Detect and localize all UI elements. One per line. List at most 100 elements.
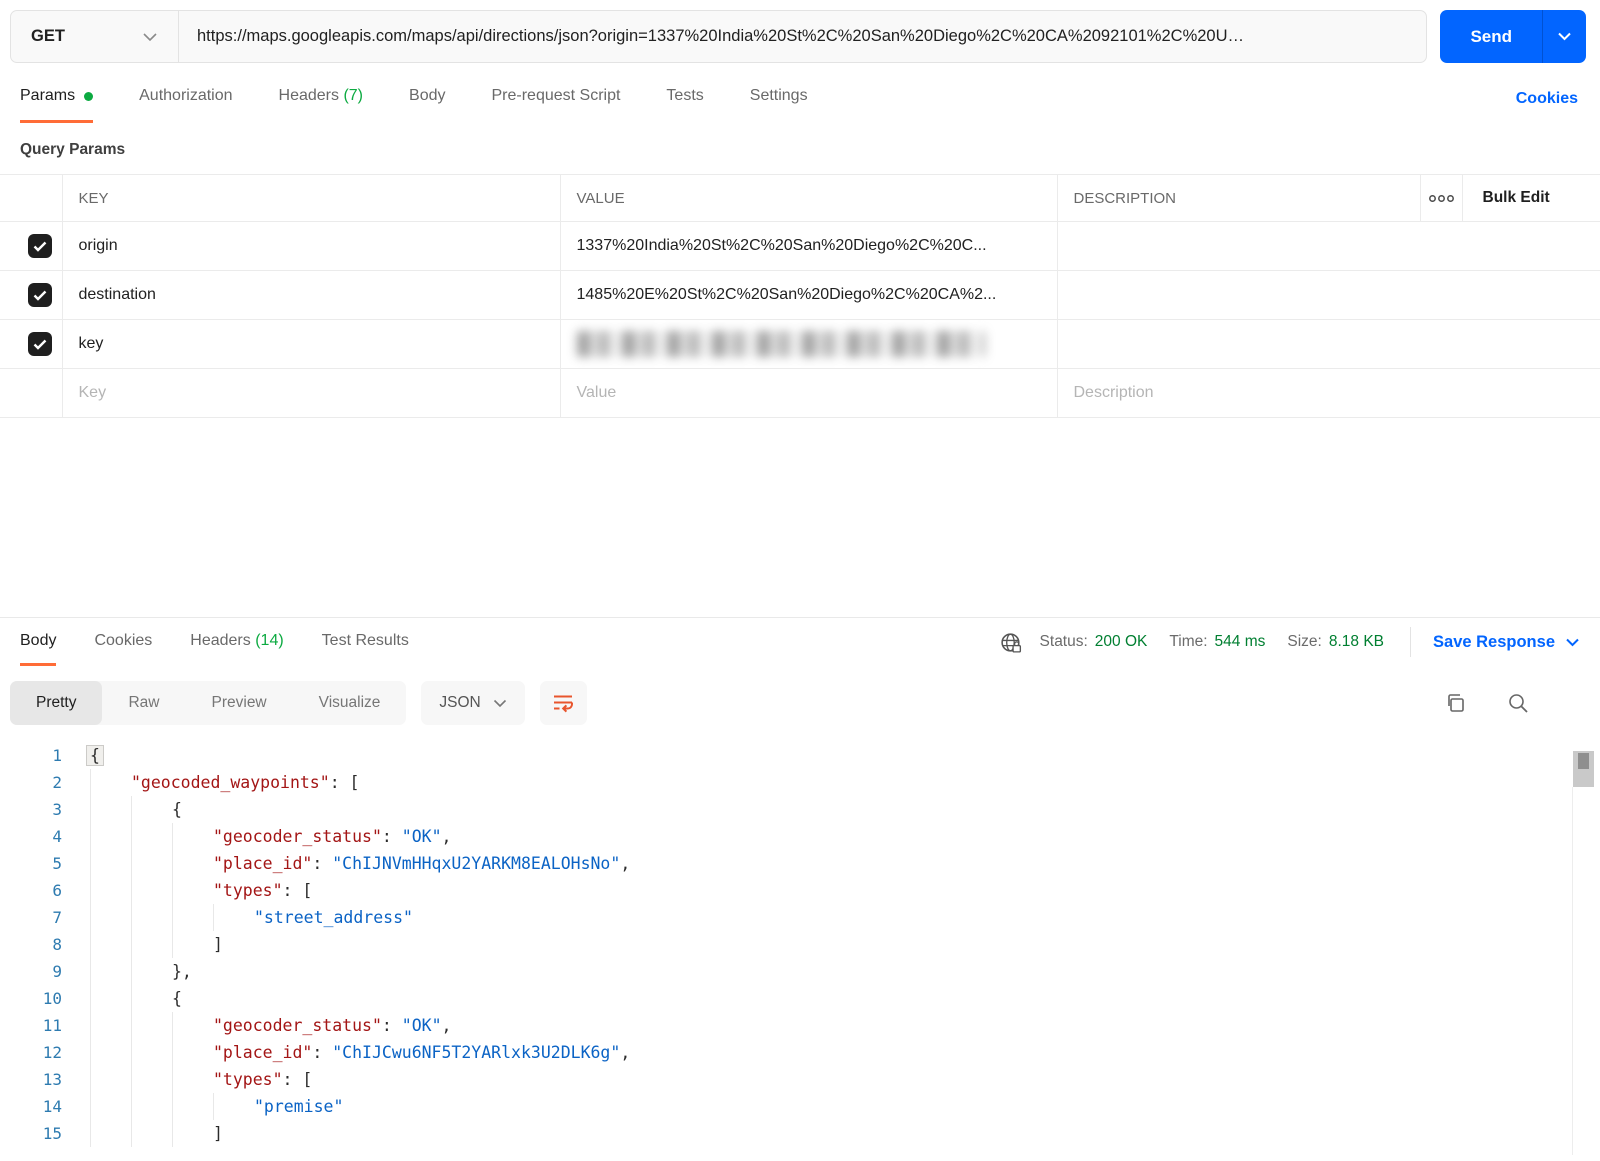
indent-guide	[90, 1039, 131, 1066]
line-number: 15	[42, 1124, 62, 1143]
json-punctuation: :	[381, 827, 402, 846]
request-tabs: Params Authorization Headers (7) Body Pr…	[0, 63, 1600, 123]
code-line: 11 "geocoder_status": "OK",	[0, 1012, 1600, 1039]
line-number: 13	[42, 1070, 62, 1089]
indent-guide	[131, 958, 172, 985]
code-content: "premise"	[90, 1093, 343, 1120]
json-string: "OK"	[401, 1016, 442, 1035]
indent-guide	[90, 796, 131, 823]
url-input[interactable]: https://maps.googleapis.com/maps/api/dir…	[179, 11, 1426, 62]
line-number: 5	[52, 854, 62, 873]
chevron-down-icon	[1566, 638, 1579, 646]
url-text: https://maps.googleapis.com/maps/api/dir…	[197, 27, 1245, 45]
param-value-cell[interactable]	[559, 319, 1057, 369]
bulk-edit-button[interactable]: Bulk Edit	[1461, 174, 1600, 222]
response-tab-cookies[interactable]: Cookies	[94, 618, 152, 666]
json-punctuation: {	[172, 989, 182, 1008]
search-icon[interactable]	[1506, 691, 1530, 715]
check-icon	[33, 241, 47, 252]
checkbox-checked[interactable]	[28, 283, 52, 307]
param-checkbox-cell	[0, 319, 62, 369]
json-string: "OK"	[401, 827, 442, 846]
more-options-button[interactable]	[1419, 174, 1462, 222]
param-value-input[interactable]: Value	[559, 368, 1057, 418]
indent-guide	[131, 850, 172, 877]
indent-guide	[213, 904, 254, 931]
json-punctuation: ,	[441, 827, 452, 846]
response-tab-body[interactable]: Body	[20, 618, 57, 666]
send-button[interactable]: Send	[1440, 10, 1586, 63]
param-key-cell[interactable]: origin	[61, 221, 560, 271]
param-checkbox-cell	[0, 221, 62, 271]
view-preview-button[interactable]: Preview	[186, 681, 293, 725]
indent-guide	[90, 1066, 131, 1093]
view-pretty-button[interactable]: Pretty	[10, 681, 103, 725]
response-tabs: Body Cookies Headers (14) Test Results S…	[0, 617, 1600, 666]
query-params-title: Query Params	[20, 141, 126, 158]
code-content: "geocoder_status": "OK",	[90, 1012, 451, 1039]
indent-guide	[172, 850, 213, 877]
param-key-cell[interactable]: destination	[61, 270, 560, 320]
code-line: 6 "types": [	[0, 877, 1600, 904]
view-visualize-button[interactable]: Visualize	[293, 681, 407, 725]
line-number: 11	[42, 1016, 62, 1035]
param-description-cell[interactable]	[1056, 221, 1600, 271]
json-punctuation: ]	[213, 935, 223, 954]
format-select[interactable]: JSON	[421, 681, 525, 725]
indent-guide	[90, 904, 131, 931]
code-content: ]	[90, 1120, 223, 1147]
tab-authorization[interactable]: Authorization	[139, 87, 232, 123]
tab-headers[interactable]: Headers (7)	[279, 87, 364, 123]
line-number: 14	[42, 1097, 62, 1116]
code-line: 5 "place_id": "ChIJNVmHHqxU2YARKM8EALOHsN…	[0, 850, 1600, 877]
code-line: 10 {	[0, 985, 1600, 1012]
checkbox-checked[interactable]	[28, 234, 52, 258]
line-number: 1	[52, 746, 62, 765]
param-key-input[interactable]: Key	[61, 368, 560, 418]
indent-guide	[172, 1012, 213, 1039]
key-column-header: KEY	[61, 174, 560, 222]
more-options-icon	[1428, 194, 1454, 202]
param-row: origin 1337%20India%20St%2C%20San%20Diego…	[0, 221, 1600, 271]
tab-prerequest-script[interactable]: Pre-request Script	[491, 87, 620, 123]
response-body-editor[interactable]: 1{2 "geocoded_waypoints": [3{4 "geocoder_s…	[0, 737, 1600, 1155]
scrollbar-thumb[interactable]	[1573, 751, 1594, 787]
indent-guide	[172, 904, 213, 931]
param-description-cell[interactable]	[1056, 319, 1600, 369]
status-badge: Status: 200 OK	[1039, 633, 1148, 650]
code-content: "geocoder_status": "OK",	[90, 823, 451, 850]
param-description-cell[interactable]	[1056, 270, 1600, 320]
wrap-lines-button[interactable]	[539, 681, 587, 725]
json-key: "geocoder_status"	[213, 827, 382, 846]
tab-settings[interactable]: Settings	[750, 87, 808, 123]
view-raw-button[interactable]: Raw	[102, 681, 185, 725]
indent-guide	[131, 823, 172, 850]
copy-icon[interactable]	[1444, 691, 1468, 715]
param-key-cell[interactable]: key	[61, 319, 560, 369]
indent-guide	[131, 796, 172, 823]
send-options-chevron[interactable]	[1542, 10, 1586, 63]
tab-body[interactable]: Body	[409, 87, 445, 123]
tab-params[interactable]: Params	[20, 87, 94, 123]
cookies-link[interactable]: Cookies	[1516, 90, 1578, 123]
indent-guide	[90, 985, 131, 1012]
param-value-cell[interactable]: 1337%20India%20St%2C%20San%20Diego%2C%20…	[559, 221, 1057, 271]
save-response-button[interactable]: Save Response	[1433, 633, 1580, 652]
view-mode-segmented-control: Pretty Raw Preview Visualize	[10, 681, 407, 725]
param-value-cell[interactable]: 1485%20E%20St%2C%20San%20Diego%2C%20CA%2…	[559, 270, 1057, 320]
method-selector[interactable]: GET	[11, 11, 179, 62]
param-empty-row: Key Value Description	[0, 368, 1600, 418]
json-key: "geocoder_status"	[213, 1016, 382, 1035]
params-header-row: KEY VALUE DESCRIPTION Bulk Edit	[0, 174, 1600, 222]
indent-guide	[131, 877, 172, 904]
code-content: "geocoded_waypoints": [	[90, 769, 360, 796]
response-tab-test-results[interactable]: Test Results	[322, 618, 409, 666]
param-checkbox-cell	[0, 270, 62, 320]
checkbox-checked[interactable]	[28, 332, 52, 356]
tab-tests[interactable]: Tests	[666, 87, 703, 123]
line-number: 4	[52, 827, 62, 846]
response-tab-headers[interactable]: Headers (14)	[190, 618, 283, 666]
param-description-input[interactable]: Description	[1056, 368, 1600, 418]
code-content: "types": [	[90, 877, 312, 904]
response-meta: Status: 200 OK Time: 544 ms Size: 8.18 K…	[999, 618, 1580, 666]
